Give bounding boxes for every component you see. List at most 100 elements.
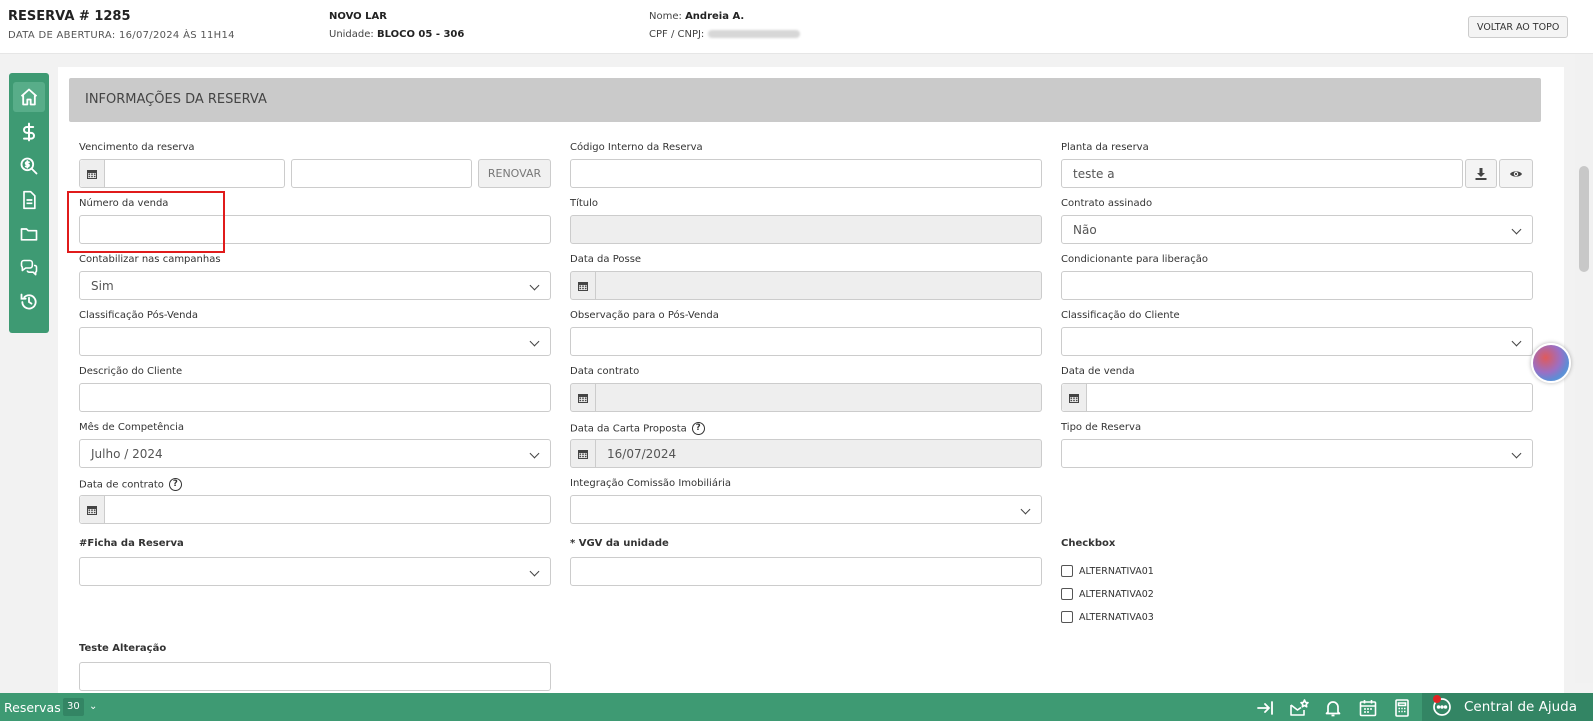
nav-folder[interactable] xyxy=(13,219,45,249)
data-carta-value: 16/07/2024 xyxy=(607,446,677,461)
vencimento-date-input[interactable] xyxy=(79,159,285,188)
nav-search-money[interactable] xyxy=(13,151,45,181)
client-cpf-redacted xyxy=(708,30,801,38)
data-carta-input[interactable]: 16/07/2024 xyxy=(570,439,1042,468)
tipo-reserva-select[interactable] xyxy=(1061,439,1533,468)
data-carta-label: Data da Carta Proposta? xyxy=(570,422,705,435)
eye-icon xyxy=(1510,170,1522,177)
mes-competencia-label: Mês de Competência xyxy=(79,422,185,433)
reservation-form-card: INFORMAÇÕES DA RESERVA Vencimento da res… xyxy=(58,67,1564,695)
view-plant-button[interactable] xyxy=(1499,159,1533,188)
help-circle-icon[interactable]: ? xyxy=(691,422,705,435)
reservation-title: RESERVA # 1285 xyxy=(8,9,131,24)
help-center-button[interactable]: Central de Ajuda xyxy=(1422,693,1593,721)
calendar-addon xyxy=(1062,384,1087,411)
observacao-pos-input[interactable] xyxy=(570,327,1042,356)
unit-label: Unidade: xyxy=(329,29,374,40)
data-de-contrato-input[interactable] xyxy=(79,495,551,524)
checkbox-alternativa03[interactable]: ALTERNATIVA03 xyxy=(1061,611,1154,623)
calendar-icon xyxy=(1359,700,1377,717)
ficha-label: #Ficha da Reserva xyxy=(79,538,184,549)
nav-home[interactable] xyxy=(13,82,45,112)
checkbox-label: ALTERNATIVA01 xyxy=(1079,565,1154,577)
client-name: Nome: Andreia A. xyxy=(649,11,744,22)
help-circle-icon[interactable]: ? xyxy=(168,478,182,491)
classificacao-pos-select[interactable] xyxy=(79,327,551,356)
client-name-value: Andreia A. xyxy=(685,11,745,22)
section-header: INFORMAÇÕES DA RESERVA xyxy=(69,78,1541,122)
nav-documents[interactable] xyxy=(13,185,45,215)
condicionante-label: Condicionante para liberação xyxy=(1061,254,1208,265)
notifications-button[interactable] xyxy=(1323,698,1343,718)
reservas-count-badge: 30 xyxy=(63,698,84,716)
data-venda-label: Data de venda xyxy=(1061,366,1135,377)
vencimento-time-input[interactable] xyxy=(291,159,472,188)
side-navigation xyxy=(9,73,49,333)
renew-button[interactable]: RENOVAR xyxy=(478,159,551,188)
planta-input[interactable]: teste a xyxy=(1061,159,1463,188)
calendar-addon xyxy=(571,440,596,467)
calendar-addon xyxy=(80,496,105,523)
data-de-contrato-label-text: Data de contrato xyxy=(79,479,164,491)
data-carta-label-text: Data da Carta Proposta xyxy=(570,423,687,435)
data-de-contrato-label: Data de contrato? xyxy=(79,478,182,491)
dollar-icon xyxy=(23,122,35,142)
calendar-icon xyxy=(1069,393,1079,403)
contabilizar-select[interactable]: Sim xyxy=(79,271,551,300)
back-to-top-button[interactable]: VOLTAR AO TOPO xyxy=(1468,16,1569,38)
classificacao-cliente-select[interactable] xyxy=(1061,327,1533,356)
favorites-messages-button[interactable] xyxy=(1289,698,1309,718)
vgv-label: * VGV da unidade xyxy=(570,538,669,549)
reservas-label[interactable]: Reservas xyxy=(4,700,61,715)
mail-star-icon xyxy=(1290,699,1309,716)
chevron-down-icon[interactable]: ⌄ xyxy=(89,701,97,712)
scrollbar-thumb[interactable] xyxy=(1579,166,1589,272)
calculator-button[interactable] xyxy=(1392,698,1412,718)
titulo-input[interactable] xyxy=(570,215,1042,244)
nav-history[interactable] xyxy=(13,287,45,317)
assistant-avatar[interactable] xyxy=(1531,343,1571,383)
search-dollar-icon xyxy=(20,157,38,175)
bottom-bar: Reservas 30 ⌄ Central de Ajuda xyxy=(0,693,1593,721)
calendar-icon xyxy=(87,505,97,515)
calendar-button[interactable] xyxy=(1358,698,1378,718)
opening-date: DATA DE ABERTURA: 16/07/2024 ÀS 11H14 xyxy=(8,30,235,41)
arrow-right-bar-icon xyxy=(1257,701,1273,715)
mes-competencia-select[interactable]: Julho / 2024 xyxy=(79,439,551,468)
checkbox-box[interactable] xyxy=(1061,611,1073,623)
help-center-label: Central de Ajuda xyxy=(1464,699,1577,715)
observacao-pos-label: Observação para o Pós-Venda xyxy=(570,310,719,321)
condicionante-input[interactable] xyxy=(1061,271,1533,300)
codigo-interno-label: Código Interno da Reserva xyxy=(570,142,703,153)
nav-financial[interactable] xyxy=(13,117,45,147)
checkbox-box[interactable] xyxy=(1061,588,1073,600)
data-posse-input[interactable] xyxy=(570,271,1042,300)
ficha-select[interactable] xyxy=(79,557,551,586)
page-scrollbar[interactable] xyxy=(1575,54,1593,683)
checkbox-box[interactable] xyxy=(1061,565,1073,577)
collapse-right-button[interactable] xyxy=(1255,698,1275,718)
checkbox-group-label: Checkbox xyxy=(1061,538,1116,549)
calendar-addon xyxy=(571,272,596,299)
integracao-label: Integração Comissão Imobiliária xyxy=(570,478,731,489)
download-plant-button[interactable] xyxy=(1465,159,1497,188)
unit-info: Unidade: BLOCO 05 - 306 xyxy=(329,29,464,40)
descricao-cliente-input[interactable] xyxy=(79,383,551,412)
nav-messages[interactable] xyxy=(13,253,45,283)
calendar-addon xyxy=(80,160,105,187)
vgv-input[interactable] xyxy=(570,557,1042,586)
descricao-cliente-label: Descrição do Cliente xyxy=(79,366,183,377)
calendar-icon xyxy=(578,449,588,459)
integracao-select[interactable] xyxy=(570,495,1042,524)
checkbox-alternativa02[interactable]: ALTERNATIVA02 xyxy=(1061,588,1154,600)
contrato-assinado-label: Contrato assinado xyxy=(1061,198,1153,209)
calculator-icon xyxy=(1395,699,1409,717)
download-icon xyxy=(1475,167,1487,180)
contrato-assinado-select[interactable]: Não xyxy=(1061,215,1533,244)
checkbox-alternativa01[interactable]: ALTERNATIVA01 xyxy=(1061,565,1154,577)
calendar-icon xyxy=(578,393,588,403)
data-venda-input[interactable] xyxy=(1061,383,1533,412)
teste-alteracao-input[interactable] xyxy=(79,662,551,691)
data-contrato-input[interactable] xyxy=(570,383,1042,412)
codigo-interno-input[interactable] xyxy=(570,159,1042,188)
